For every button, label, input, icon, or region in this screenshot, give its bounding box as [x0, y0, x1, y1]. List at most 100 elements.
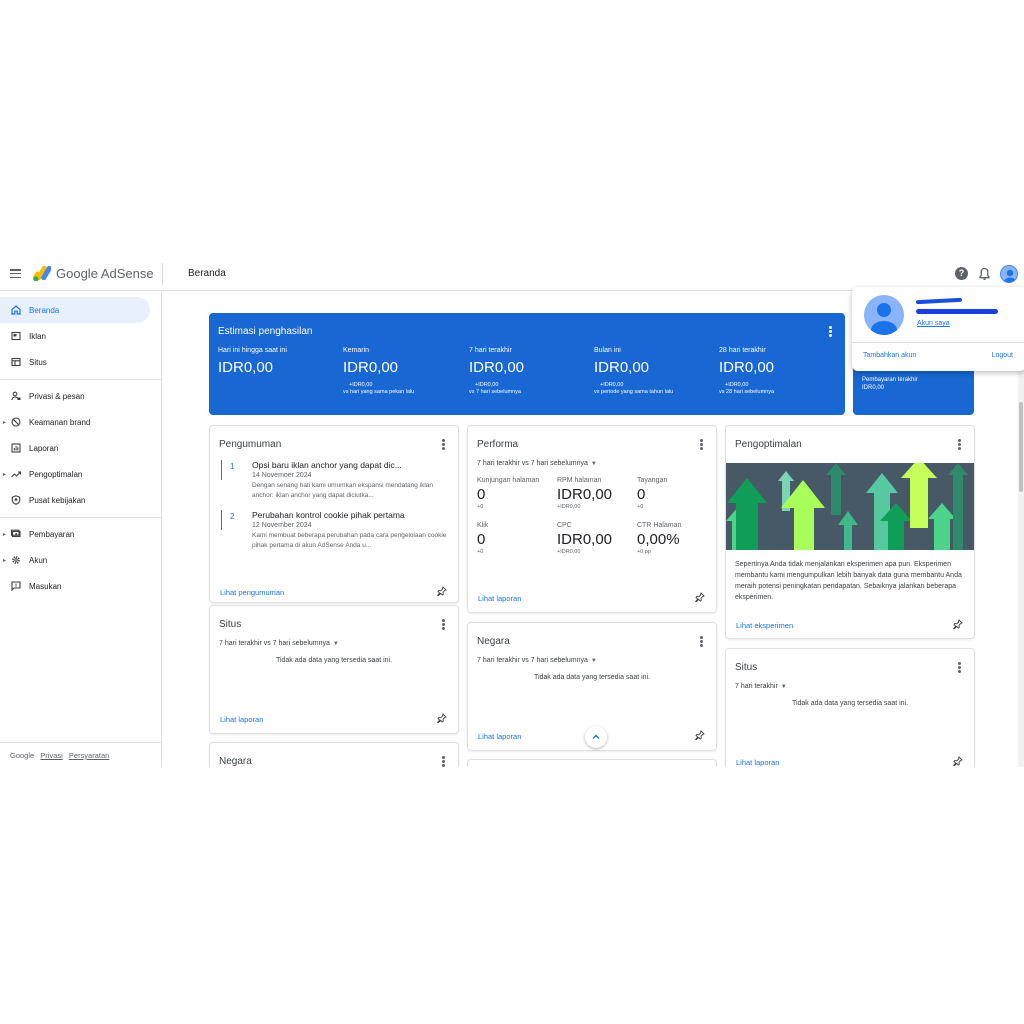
performance-card: Performa 7 hari terakhir vs 7 hari sebel…: [467, 425, 717, 613]
sidebar-item-label: Akun: [29, 555, 48, 565]
policy-icon: [10, 495, 21, 506]
sidebar-item-label: Masukan: [29, 581, 62, 591]
sidebar-item-akun[interactable]: ▸ Akun: [0, 547, 150, 573]
more-options-icon[interactable]: [958, 439, 961, 450]
earnings-28-days: 28 hari terakhir IDR0,00 +IDR0,00 vs 28 …: [719, 347, 839, 395]
view-report-link[interactable]: Lihat laporan: [220, 715, 263, 724]
reports-icon: [10, 443, 21, 454]
card-title: Situs: [219, 619, 242, 630]
metric-label: CTR Halaman: [637, 522, 682, 529]
earnings-label: 28 hari terakhir: [719, 347, 766, 354]
metric-value: 0: [477, 531, 486, 548]
earnings-7-days: 7 hari terakhir IDR0,00 +IDR0,00 vs 7 ha…: [469, 347, 589, 395]
date-range-dropdown[interactable]: 7 hari terakhir vs 7 hari sebelumnya ▼: [219, 640, 339, 647]
metric-page-views: Kunjungan halaman 0 +0: [477, 477, 557, 510]
sidebar-item-pembayaran[interactable]: ▸ Pembayaran: [0, 521, 150, 547]
sidebar-item-iklan[interactable]: Iklan: [0, 323, 150, 349]
help-icon[interactable]: ?: [955, 267, 968, 280]
more-options-icon[interactable]: [442, 619, 445, 630]
adsense-app: Google AdSense Beranda ? Beranda Iklan S…: [0, 257, 1024, 767]
earnings-value: IDR0,00: [469, 359, 525, 376]
sidebar-item-pengoptimalan[interactable]: ▸ Pengoptimalan: [0, 461, 150, 487]
scroll-to-top-button[interactable]: [585, 726, 607, 748]
expand-icon[interactable]: ▸: [3, 471, 6, 478]
notifications-icon[interactable]: [978, 267, 991, 281]
date-range-dropdown[interactable]: 7 hari terakhir vs 7 hari sebelumnya ▼: [477, 460, 597, 467]
more-options-icon[interactable]: [958, 662, 961, 673]
more-options-icon[interactable]: [442, 439, 445, 450]
announcement-date: 12 November 2024: [252, 522, 312, 529]
metric-label: CPC: [557, 522, 572, 529]
card-title: Negara: [219, 756, 252, 767]
pin-icon[interactable]: [695, 592, 705, 602]
brand-name: Google AdSense: [56, 266, 154, 281]
metric-change: +IDR0,00: [557, 549, 581, 555]
menu-icon[interactable]: [10, 269, 21, 279]
sites-card-right: Situs 7 hari terakhir ▼ Tidak ada data ya…: [725, 648, 975, 767]
expand-icon[interactable]: ▸: [3, 557, 6, 564]
announcement-title[interactable]: Perubahan kontrol cookie pihak pertama: [252, 510, 451, 520]
metric-change: +0: [477, 504, 484, 510]
pin-icon[interactable]: [953, 756, 963, 766]
more-options-icon[interactable]: [442, 756, 445, 767]
redacted-name: [915, 297, 963, 305]
more-options-icon[interactable]: [700, 439, 703, 450]
view-report-link[interactable]: Lihat laporan: [736, 758, 779, 767]
sites-card: Situs 7 hari terakhir vs 7 hari sebelumn…: [209, 605, 459, 734]
sidebar-item-keamanan-brand[interactable]: ▸ Keamanan brand: [0, 409, 150, 435]
metric-label: RPM halaman: [557, 477, 602, 484]
optimization-card: Pengoptimalan Sepertinya Anda tidak menj…: [725, 425, 975, 639]
card-stub: [467, 759, 717, 767]
pin-icon[interactable]: [437, 586, 447, 596]
top-bar: Google AdSense Beranda ?: [0, 257, 1024, 291]
earnings-value: IDR0,00: [719, 359, 775, 376]
metric-value: 0: [477, 486, 486, 503]
sidebar-item-privasi[interactable]: Privasi & pesan: [0, 383, 150, 409]
last-payment-label: Pembayaran terakhir: [862, 377, 918, 383]
earnings-yesterday: Kemarin IDR0,00 +IDR0,00 vs hari yang sa…: [343, 347, 463, 395]
date-range-dropdown[interactable]: 7 hari terakhir vs 7 hari sebelumnya ▼: [477, 657, 597, 664]
footer-privacy-link[interactable]: Privasi: [40, 751, 63, 760]
pin-icon[interactable]: [953, 619, 963, 629]
earnings-label: Bulan ini: [594, 347, 621, 354]
view-announcements-link[interactable]: Lihat pengumuman: [220, 588, 284, 597]
card-title: Performa: [477, 439, 519, 450]
footer-terms-link[interactable]: Persyaratan: [69, 751, 109, 760]
more-options-icon[interactable]: [700, 636, 703, 647]
my-account-link[interactable]: Akun saya: [917, 320, 950, 327]
view-experiments-link[interactable]: Lihat eksperimen: [736, 621, 793, 630]
metric-change: +0: [477, 549, 484, 555]
sites-icon: [10, 357, 21, 368]
more-options-icon[interactable]: [829, 326, 832, 337]
account-avatar[interactable]: [1000, 265, 1018, 283]
view-report-link[interactable]: Lihat laporan: [478, 594, 521, 603]
metric-change: +IDR0,00: [557, 504, 581, 510]
announcement-body: Dengan senang hati kami umumkan ekspansi…: [252, 482, 434, 499]
date-range-dropdown[interactable]: 7 hari terakhir ▼: [735, 683, 787, 690]
pin-icon[interactable]: [695, 730, 705, 740]
sidebar-item-label: Laporan: [29, 443, 59, 453]
sidebar-item-pusat-kebijakan[interactable]: Pusat kebijakan: [0, 487, 150, 513]
metric-page-ctr: CTR Halaman 0,00% +0 pp: [637, 522, 716, 555]
scrollbar-thumb[interactable]: [1019, 402, 1023, 492]
sidebar-item-beranda[interactable]: Beranda: [0, 297, 150, 323]
logout-button[interactable]: Logout: [992, 352, 1013, 359]
add-account-button[interactable]: Tambahkan akun: [863, 352, 916, 359]
sidebar-item-laporan[interactable]: Laporan: [0, 435, 150, 461]
earnings-change: +IDR0,00: [725, 382, 749, 388]
view-report-link[interactable]: Lihat laporan: [478, 732, 521, 741]
earnings-label: Hari ini hingga saat ini: [218, 347, 287, 354]
sidebar-item-masukan[interactable]: Masukan: [0, 573, 150, 599]
expand-icon[interactable]: ▸: [3, 419, 6, 426]
footer-google: Google: [10, 751, 35, 760]
earnings-value: IDR0,00: [594, 359, 650, 376]
sidebar-item-situs[interactable]: Situs: [0, 349, 150, 375]
announcement-title[interactable]: Opsi baru iklan anchor yang dapat dic...: [252, 460, 451, 470]
sidebar-item-label: Beranda: [29, 305, 60, 315]
adsense-logo-icon: [33, 265, 51, 281]
announcement-body: Kami membuat beberapa perubahan pada car…: [252, 532, 447, 549]
announcement-date: 14 Novemoer 2024: [252, 472, 312, 479]
pin-icon[interactable]: [437, 713, 447, 723]
expand-icon[interactable]: ▸: [3, 531, 6, 538]
sidebar-footer-divider: [0, 742, 162, 743]
